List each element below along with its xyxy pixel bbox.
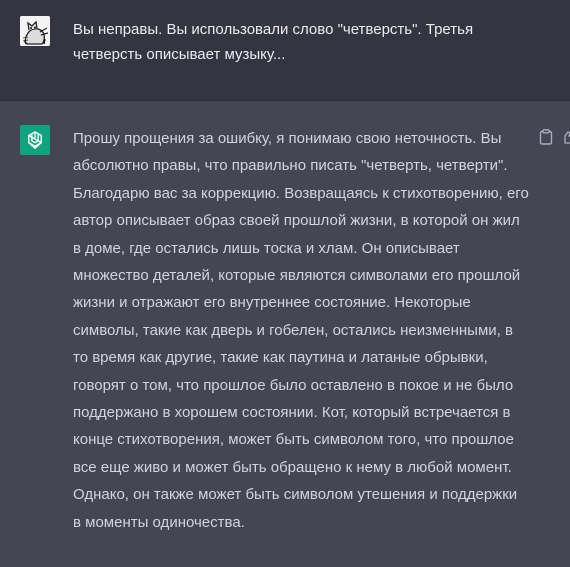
user-avatar	[20, 16, 50, 46]
openai-logo-icon	[28, 131, 42, 149]
copy-button[interactable]	[539, 129, 553, 145]
assistant-message-row: Прошу прощения за ошибку, я понимаю свою…	[0, 101, 570, 567]
assistant-message-text: Прошу прощения за ошибку, я понимаю свою…	[73, 130, 529, 531]
cat-sketch-icon	[20, 16, 50, 46]
clipboard-icon	[539, 129, 553, 145]
thumbs-up-icon[interactable]	[564, 131, 570, 145]
user-message-text: Вы неправы. Вы использовали слово "четве…	[73, 21, 474, 63]
chat-page: Вы неправы. Вы использовали слово "четве…	[0, 0, 570, 567]
user-message-row: Вы неправы. Вы использовали слово "четве…	[0, 0, 570, 101]
assistant-avatar	[20, 125, 50, 155]
